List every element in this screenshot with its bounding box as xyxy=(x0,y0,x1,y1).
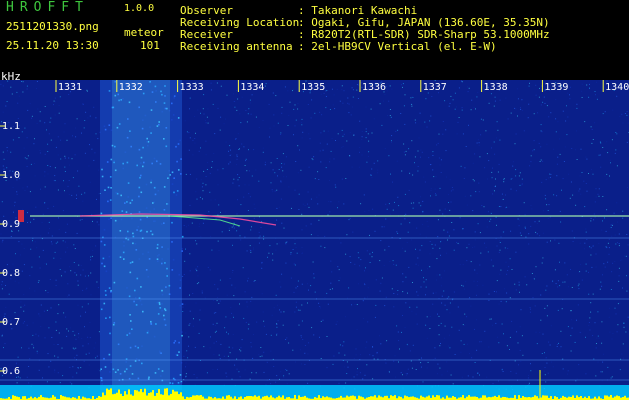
freq-tick-label: 0.7 xyxy=(2,317,20,328)
time-tick-label: 1340 xyxy=(605,82,629,93)
header-panel: HROFFT 1.0.0 2511201330.png meteor 25.11… xyxy=(0,0,629,80)
interference-core xyxy=(112,80,170,390)
freq-tick-label: 1.1 xyxy=(2,121,20,132)
freq-tick-label: 0.6 xyxy=(2,366,20,377)
spectrogram-background xyxy=(0,80,629,400)
antenna-label: Receiving antenna xyxy=(180,40,293,53)
app-version: 1.0.0 xyxy=(124,3,155,14)
datetime-label: 25.11.20 13:30 xyxy=(6,39,99,52)
freq-tick-label: 0.8 xyxy=(2,268,20,279)
freq-tick-label: 0.9 xyxy=(2,219,20,230)
time-tick-label: 1332 xyxy=(119,82,143,93)
count-label: 101 xyxy=(140,39,160,52)
time-tick-label: 1334 xyxy=(240,82,264,93)
time-tick-label: 1333 xyxy=(180,82,204,93)
mode-label: meteor xyxy=(124,26,164,39)
time-tick-label: 1336 xyxy=(362,82,386,93)
time-tick-label: 1337 xyxy=(423,82,447,93)
time-tick-label: 1335 xyxy=(301,82,325,93)
freq-tick-label: 1.0 xyxy=(2,170,20,181)
spectrogram-plot: 1331 1332 1333 1334 1335 1336 1337 1338 1339 1340… xyxy=(0,80,629,400)
filename-label: 2511201330.png xyxy=(6,20,99,33)
time-tick-label: 1338 xyxy=(484,82,508,93)
antenna-value: : 2el-HB9CV Vertical (el. E-W) xyxy=(298,40,497,53)
time-tick-label: 1339 xyxy=(544,82,568,93)
app-name: HROFFT xyxy=(6,0,89,15)
time-tick-label: 1331 xyxy=(58,82,82,93)
